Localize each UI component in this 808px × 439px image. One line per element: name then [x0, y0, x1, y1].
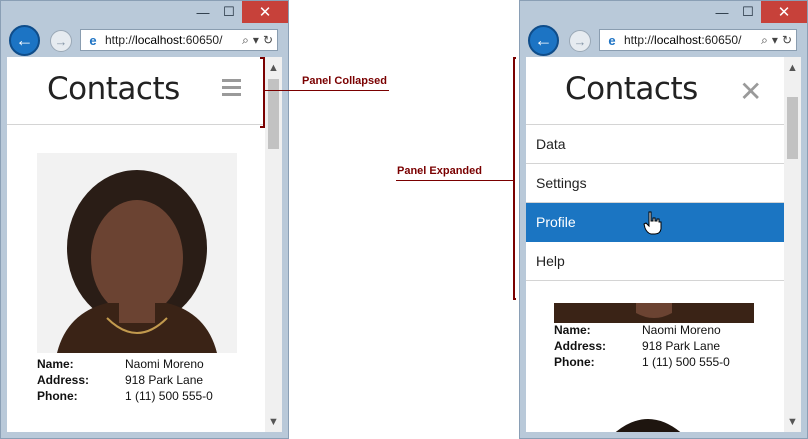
- forward-button[interactable]: →: [569, 30, 591, 52]
- minimize-button[interactable]: —: [190, 1, 216, 23]
- hamburger-menu-icon[interactable]: [222, 79, 241, 100]
- ie-page-icon: e: [89, 32, 97, 48]
- back-arrow-icon: ←: [15, 30, 34, 50]
- panel-expanded-label: Panel Expanded: [397, 165, 482, 177]
- url-rest: :60650/: [182, 33, 223, 47]
- url-text: http://localhost:60650/: [624, 33, 742, 47]
- address-row: Address: 918 Park Lane: [37, 372, 213, 388]
- page-title: Contacts: [47, 71, 180, 107]
- app-header: Contacts ✕: [526, 57, 785, 125]
- close-window-button[interactable]: ✕: [761, 1, 807, 23]
- minimize-icon: —: [196, 4, 210, 20]
- forward-arrow-icon: →: [573, 33, 587, 49]
- phone-row: Phone: 1 (11) 500 555-0: [37, 388, 213, 404]
- close-window-button[interactable]: ✕: [242, 1, 288, 23]
- vertical-scrollbar[interactable]: ▲ ▼: [784, 57, 801, 432]
- address-bar[interactable]: e http://localhost:60650/ ⌕ ▾ ↻: [599, 29, 797, 51]
- name-row: Name: Naomi Moreno: [37, 356, 213, 372]
- close-icon: ✕: [258, 4, 272, 21]
- title-bar: — ☐ ✕: [1, 1, 288, 25]
- maximize-icon: ☐: [742, 4, 754, 19]
- phone-label: Phone:: [554, 355, 595, 369]
- back-arrow-icon: ←: [534, 30, 553, 50]
- search-icon[interactable]: ⌕: [761, 33, 768, 48]
- back-button[interactable]: ←: [9, 25, 40, 56]
- dropdown-icon[interactable]: ▾: [253, 33, 259, 48]
- contact-photo: [37, 153, 237, 353]
- page-content: Contacts Name: Naomi Moreno Address: 918 P…: [7, 57, 266, 432]
- browser-window-collapsed: — ☐ ✕ ← → e http://localhost:60650/ ⌕ ▾ …: [0, 0, 289, 439]
- phone-value: 1 (11) 500 555-0: [125, 389, 213, 403]
- menu-item-label: Profile: [536, 214, 576, 230]
- collapsed-callout-line: [263, 90, 389, 91]
- menu-item-profile[interactable]: Profile: [526, 203, 785, 242]
- contact-photo: [554, 303, 754, 323]
- refresh-icon[interactable]: ↻: [263, 33, 273, 48]
- expanded-callout-line: [396, 180, 514, 181]
- address-label: Address:: [37, 373, 90, 387]
- menu-item-settings[interactable]: Settings: [526, 164, 785, 203]
- navigation-bar: ← → e http://localhost:60650/ ⌕ ▾ ↻: [520, 23, 807, 57]
- dropdown-icon[interactable]: ▾: [772, 33, 778, 48]
- page-content: Contacts ✕ Data Settings Profile Help Na…: [526, 57, 785, 432]
- name-label: Name:: [37, 357, 74, 371]
- name-value: Naomi Moreno: [642, 323, 721, 337]
- title-bar: — ☐ ✕: [520, 1, 807, 25]
- address-bar[interactable]: e http://localhost:60650/ ⌕ ▾ ↻: [80, 29, 278, 51]
- scroll-down-arrow[interactable]: ▼: [265, 413, 282, 430]
- close-panel-icon[interactable]: ✕: [739, 75, 762, 108]
- menu-item-data[interactable]: Data: [526, 125, 785, 164]
- browser-window-expanded: — ☐ ✕ ← → e http://localhost:60650/ ⌕ ▾ …: [519, 0, 808, 439]
- close-icon: ✕: [777, 4, 791, 21]
- name-value: Naomi Moreno: [125, 357, 204, 371]
- phone-row: Phone: 1 (11) 500 555-0: [554, 354, 730, 370]
- app-header: Contacts: [7, 57, 266, 125]
- back-button[interactable]: ←: [528, 25, 559, 56]
- maximize-button[interactable]: ☐: [216, 1, 242, 23]
- contact-details: Name: Naomi Moreno Address: 918 Park Lane …: [37, 356, 213, 404]
- url-host: localhost: [135, 33, 183, 47]
- name-row: Name: Naomi Moreno: [554, 322, 730, 338]
- scroll-thumb[interactable]: [787, 97, 798, 159]
- search-icon[interactable]: ⌕: [242, 33, 249, 48]
- vertical-scrollbar[interactable]: ▲ ▼: [265, 57, 282, 432]
- forward-button[interactable]: →: [50, 30, 72, 52]
- address-tools: ⌕ ▾ ↻: [242, 33, 273, 48]
- url-rest: :60650/: [701, 33, 742, 47]
- address-row: Address: 918 Park Lane: [554, 338, 730, 354]
- url-text: http://localhost:60650/: [105, 33, 223, 47]
- url-prefix: http://: [105, 33, 136, 47]
- phone-value: 1 (11) 500 555-0: [642, 355, 730, 369]
- side-panel-menu: Data Settings Profile Help: [526, 125, 785, 281]
- scroll-up-arrow[interactable]: ▲: [265, 59, 282, 76]
- address-tools: ⌕ ▾ ↻: [761, 33, 792, 48]
- menu-item-help[interactable]: Help: [526, 242, 785, 281]
- panel-collapsed-label: Panel Collapsed: [302, 75, 387, 87]
- url-prefix: http://: [624, 33, 655, 47]
- expanded-bracket: [513, 57, 516, 300]
- maximize-icon: ☐: [223, 4, 235, 19]
- minimize-icon: —: [715, 4, 729, 20]
- address-label: Address:: [554, 339, 607, 353]
- next-contact-photo: [598, 409, 698, 432]
- page-title: Contacts: [565, 71, 698, 107]
- hand-cursor-icon: [643, 211, 662, 235]
- address-value: 918 Park Lane: [642, 339, 721, 353]
- collapsed-bracket: [260, 57, 265, 128]
- minimize-button[interactable]: —: [709, 1, 735, 23]
- scroll-down-arrow[interactable]: ▼: [784, 413, 801, 430]
- url-host: localhost: [654, 33, 702, 47]
- refresh-icon[interactable]: ↻: [782, 33, 792, 48]
- scroll-up-arrow[interactable]: ▲: [784, 59, 801, 76]
- contact-details: Name: Naomi Moreno Address: 918 Park Lane …: [554, 322, 730, 370]
- forward-arrow-icon: →: [54, 33, 68, 49]
- address-value: 918 Park Lane: [125, 373, 204, 387]
- ie-page-icon: e: [608, 32, 616, 48]
- maximize-button[interactable]: ☐: [735, 1, 761, 23]
- phone-label: Phone:: [37, 389, 78, 403]
- name-label: Name:: [554, 323, 591, 337]
- navigation-bar: ← → e http://localhost:60650/ ⌕ ▾ ↻: [1, 23, 288, 57]
